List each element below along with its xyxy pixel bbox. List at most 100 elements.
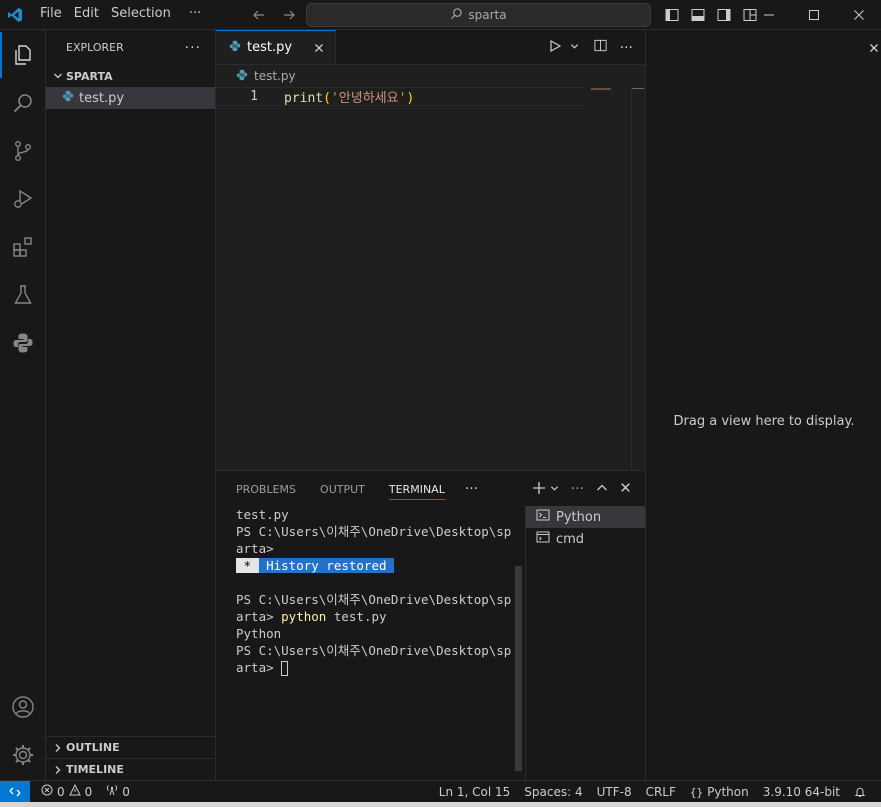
command-center-label: sparta — [468, 8, 507, 22]
python-icon[interactable] — [0, 320, 46, 366]
terminal-item-cmd[interactable]: cmd — [526, 528, 645, 550]
search-view-icon[interactable] — [0, 80, 46, 126]
language-mode[interactable]: {} Python — [683, 781, 756, 803]
terminal-name: cmd — [556, 531, 585, 547]
terminal-prompt: arta> — [236, 609, 282, 624]
terminal-command-line: arta> python test.py — [236, 608, 516, 625]
terminal-dropdown-chevron-icon[interactable] — [550, 483, 559, 496]
status-bar-right: Ln 1, Col 15 Spaces: 4 UTF-8 CRLF {} Pyt… — [432, 781, 873, 803]
split-editor-icon[interactable] — [593, 38, 608, 57]
terminal-line: PS C:\Users\이채주\OneDrive\Desktop\sp — [236, 524, 512, 539]
terminal-prompt: arta> — [236, 660, 282, 675]
close-secondary-sidebar-icon[interactable] — [867, 40, 881, 56]
tab-problems[interactable]: PROBLEMS — [236, 483, 296, 496]
breadcrumb-file[interactable]: test.py — [254, 69, 296, 83]
error-count: 0 — [57, 784, 65, 799]
explorer-icon[interactable] — [0, 32, 46, 78]
editor-scrollbar[interactable] — [631, 87, 632, 470]
menu-selection[interactable]: Selection — [105, 0, 177, 30]
cmd-terminal-icon — [536, 530, 550, 548]
close-tab-icon[interactable] — [311, 40, 327, 56]
token-string: '안녕하세요' — [330, 91, 407, 106]
file-item-test-py[interactable]: test.py — [46, 87, 215, 109]
run-and-debug-icon[interactable] — [0, 176, 46, 222]
end-of-line[interactable]: CRLF — [639, 781, 683, 803]
toggle-panel-icon[interactable] — [688, 5, 708, 25]
minimap[interactable] — [591, 88, 611, 90]
overview-ruler-mark — [632, 88, 644, 89]
explorer-title: EXPLORER — [66, 41, 124, 54]
back-arrow-icon[interactable] — [248, 4, 270, 26]
terminal-more-icon[interactable]: ··· — [571, 481, 584, 497]
close-window-icon[interactable] — [836, 0, 881, 30]
indentation[interactable]: Spaces: 4 — [517, 781, 589, 803]
code-text: print('안녕하세요') — [284, 87, 414, 106]
tab-output[interactable]: OUTPUT — [320, 483, 365, 496]
menu-edit[interactable]: Edit — [68, 0, 105, 30]
terminal-icon — [536, 508, 550, 526]
notifications-bell-icon[interactable] — [847, 781, 873, 803]
tab-terminal[interactable]: TERMINAL — [388, 483, 445, 500]
manage-gear-icon[interactable] — [0, 732, 46, 778]
editor-tabs: test.py ··· — [216, 30, 645, 65]
python-file-icon — [229, 40, 241, 56]
maximize-panel-chevron-up-icon[interactable] — [596, 482, 608, 497]
tab-label: test.py — [247, 40, 293, 55]
testing-flask-icon[interactable] — [0, 272, 46, 318]
account-icon[interactable] — [0, 684, 46, 730]
maximize-icon[interactable] — [791, 0, 836, 30]
close-panel-icon[interactable] — [620, 482, 631, 496]
new-terminal-plus-icon[interactable] — [532, 481, 546, 498]
toggle-secondary-sidebar-icon[interactable] — [714, 5, 734, 25]
panel-more-icon[interactable]: ··· — [465, 481, 478, 497]
file-name: test.py — [79, 90, 125, 106]
toggle-primary-sidebar-icon[interactable] — [662, 5, 682, 25]
ports-status[interactable]: 0 — [99, 781, 137, 803]
activity-bar — [0, 30, 46, 780]
remote-window-icon[interactable] — [0, 780, 30, 803]
os-taskbar-edge — [0, 802, 881, 807]
outline-section[interactable]: OUTLINE — [46, 736, 215, 758]
python-interpreter[interactable]: 3.9.10 64-bit — [756, 781, 847, 803]
run-python-file-icon[interactable] — [548, 39, 562, 57]
cursor-position[interactable]: Ln 1, Col 15 — [432, 781, 518, 803]
run-dropdown-chevron-icon[interactable] — [570, 40, 579, 55]
chevron-right-icon — [50, 762, 66, 778]
title-bar: File Edit Selection ··· sparta — [0, 0, 881, 30]
explorer-more-icon[interactable]: ··· — [185, 40, 201, 56]
editor-actions: ··· — [548, 30, 633, 65]
menu-file[interactable]: File — [34, 0, 68, 30]
python-file-icon — [236, 69, 248, 84]
token-paren-open: ( — [323, 91, 331, 106]
menu-more[interactable]: ··· — [183, 0, 207, 30]
terminal-line: arta> — [236, 541, 274, 556]
warning-triangle-icon — [68, 783, 81, 799]
folder-section-sparta[interactable]: SPARTA — [46, 65, 215, 87]
terminal-scrollbar[interactable] — [515, 566, 522, 771]
token-function: print — [284, 91, 324, 106]
window-controls — [746, 0, 881, 30]
error-circle-icon — [41, 784, 53, 799]
encoding[interactable]: UTF-8 — [590, 781, 639, 803]
terminal-line: Python — [236, 626, 282, 641]
folder-name: SPARTA — [66, 69, 113, 83]
terminal-line: test.py — [236, 507, 289, 522]
terminal-output[interactable]: test.py PS C:\Users\이채주\OneDrive\Desktop… — [236, 506, 516, 676]
code-editor[interactable]: 1 print('안녕하세요') — [216, 87, 645, 469]
editor-more-actions-icon[interactable]: ··· — [620, 40, 633, 56]
command-center-search[interactable]: sparta — [306, 3, 651, 27]
timeline-section[interactable]: TIMELINE — [46, 758, 215, 780]
minimize-icon[interactable] — [746, 0, 791, 30]
forward-arrow-icon[interactable] — [278, 4, 300, 26]
terminal-item-python[interactable]: Python — [526, 506, 645, 528]
problems-status[interactable]: 0 0 — [34, 781, 99, 803]
terminal-name: Python — [556, 509, 602, 525]
chevron-right-icon — [50, 740, 66, 756]
source-control-icon[interactable] — [0, 128, 46, 174]
ports-count: 0 — [122, 784, 130, 799]
code-line[interactable]: 1 print('안녕하세요') — [216, 87, 584, 106]
extensions-icon[interactable] — [0, 224, 46, 270]
tab-test-py[interactable]: test.py — [216, 30, 336, 64]
terminal-cursor — [281, 661, 289, 676]
language-label: Python — [707, 785, 749, 799]
